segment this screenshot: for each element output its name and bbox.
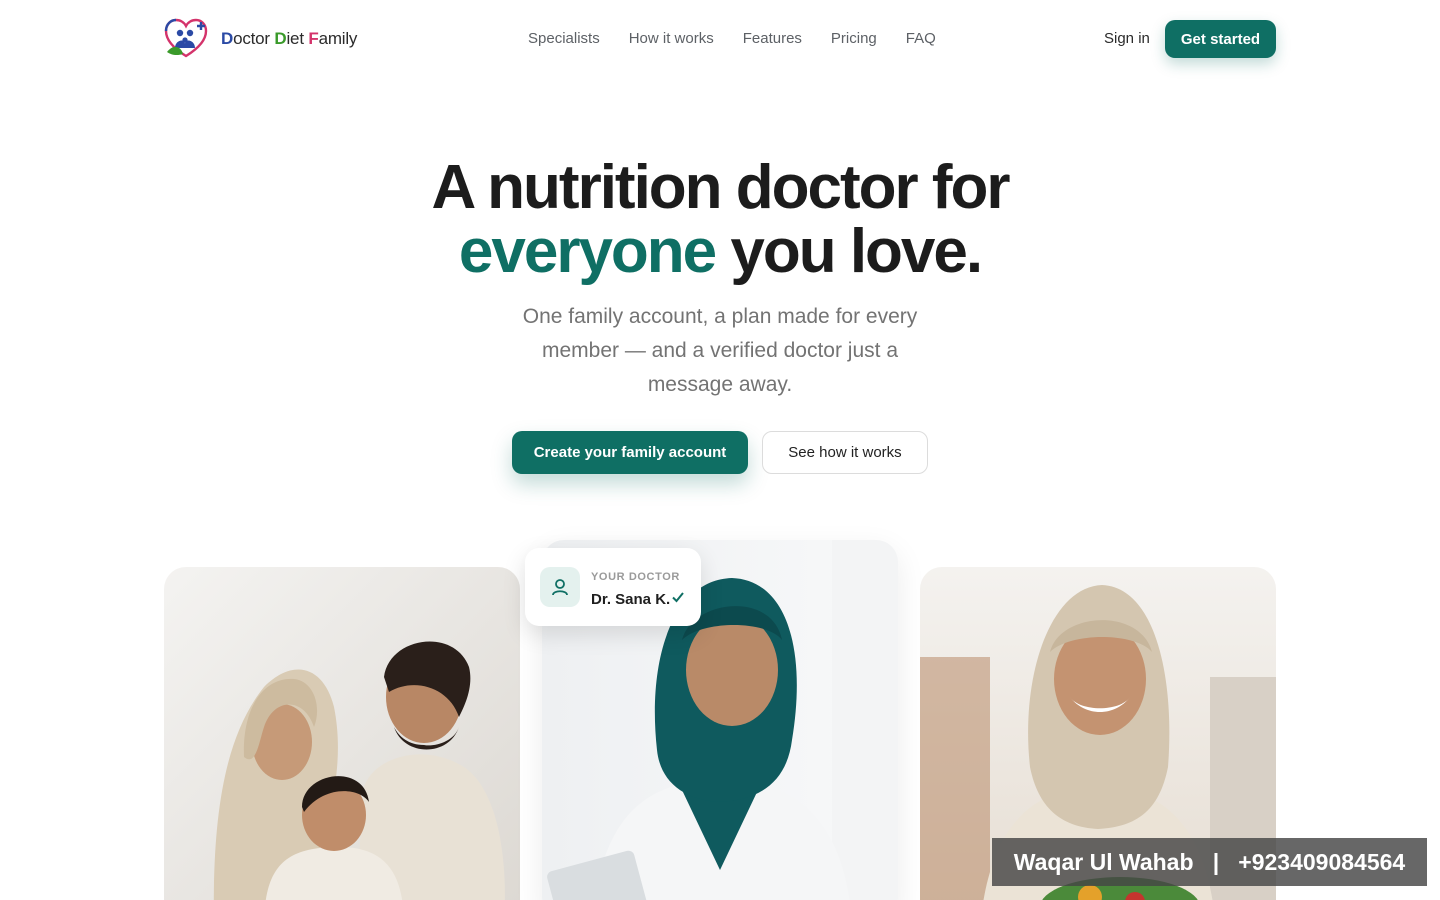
your-doctor-label: YOUR DOCTOR [591, 571, 680, 583]
top-navigation: Doctor Diet Family Specialists How it wo… [0, 0, 1440, 80]
nav-link-specialists[interactable]: Specialists [528, 30, 600, 47]
brand-logo-link[interactable]: Doctor Diet Family [163, 18, 357, 60]
brand-initial-d2: D [274, 29, 287, 48]
brand-name: Doctor Diet Family [221, 29, 357, 49]
hero-title-line1: A nutrition doctor for [431, 153, 1010, 222]
doctor-name: Dr. Sana K. [591, 591, 671, 608]
nav-link-pricing[interactable]: Pricing [831, 30, 877, 47]
contact-watermark: Waqar Ul Wahab | +923409084564 [992, 838, 1427, 886]
nav-link-faq[interactable]: FAQ [906, 30, 936, 47]
hero-title: A nutrition doctor for everyone you love… [0, 156, 1440, 284]
hero-subtitle: One family account, a plan made for ever… [522, 305, 918, 396]
nav-link-features[interactable]: Features [743, 30, 802, 47]
nav-link-how-it-works[interactable]: How it works [629, 30, 714, 47]
user-icon [540, 567, 580, 607]
brand-word-amily: amily [318, 29, 358, 48]
family-photo [164, 567, 520, 900]
heart-family-logo-icon [164, 18, 208, 58]
brand-word-octor: octor [233, 29, 275, 48]
nav-links: Specialists How it works Features Pricin… [528, 30, 936, 47]
your-doctor-card: YOUR DOCTOR Dr. Sana K. [525, 548, 701, 626]
see-how-it-works-button[interactable]: See how it works [762, 431, 928, 474]
hero-title-line2: you love. [715, 217, 983, 286]
sign-in-link[interactable]: Sign in [1104, 30, 1150, 47]
brand-word-iet: iet [286, 29, 309, 48]
get-started-button[interactable]: Get started [1165, 20, 1276, 58]
checkmark-icon [672, 592, 684, 603]
hero-title-accent: everyone [458, 217, 717, 286]
brand-initial-f: F [308, 29, 319, 48]
brand-initial-d: D [221, 29, 234, 48]
create-family-account-button[interactable]: Create your family account [512, 431, 748, 474]
